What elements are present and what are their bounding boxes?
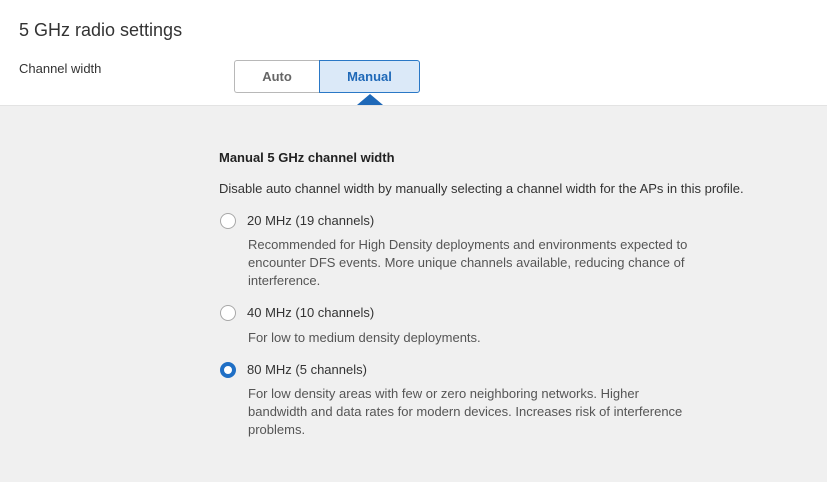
option-help-80mhz: For low density areas with few or zero n… (248, 385, 748, 439)
option-help-40mhz: For low to medium density deployments. (248, 329, 748, 347)
radio-40mhz[interactable] (220, 305, 236, 321)
help-line: Recommended for High Density deployments… (248, 237, 688, 252)
radio-settings-header: 5 GHz radio settings Channel width Auto … (0, 0, 827, 105)
option-label-40mhz[interactable]: 40 MHz (10 channels) (247, 305, 374, 320)
help-line: bandwidth and data rates for modern devi… (248, 404, 683, 419)
help-line: interference. (248, 273, 321, 288)
help-line: For low density areas with few or zero n… (248, 386, 639, 401)
manual-panel-title: Manual 5 GHz channel width (219, 150, 395, 165)
auto-toggle-button[interactable]: Auto (234, 60, 319, 93)
option-label-20mhz[interactable]: 20 MHz (19 channels) (247, 213, 374, 228)
radio-20mhz[interactable] (220, 213, 236, 229)
option-help-20mhz: Recommended for High Density deployments… (248, 236, 748, 290)
help-line: encounter DFS events. More unique channe… (248, 255, 685, 270)
channel-width-toggle: Auto Manual (234, 60, 420, 93)
manual-toggle-button[interactable]: Manual (319, 60, 420, 93)
channel-width-label: Channel width (19, 61, 102, 76)
manual-panel-description: Disable auto channel width by manually s… (219, 181, 744, 196)
selected-toggle-pointer (357, 94, 383, 105)
section-title: 5 GHz radio settings (19, 20, 183, 40)
help-line: problems. (248, 422, 306, 437)
help-line: For low to medium density deployments. (248, 330, 481, 345)
radio-80mhz[interactable] (220, 362, 236, 378)
option-label-80mhz[interactable]: 80 MHz (5 channels) (247, 362, 367, 377)
